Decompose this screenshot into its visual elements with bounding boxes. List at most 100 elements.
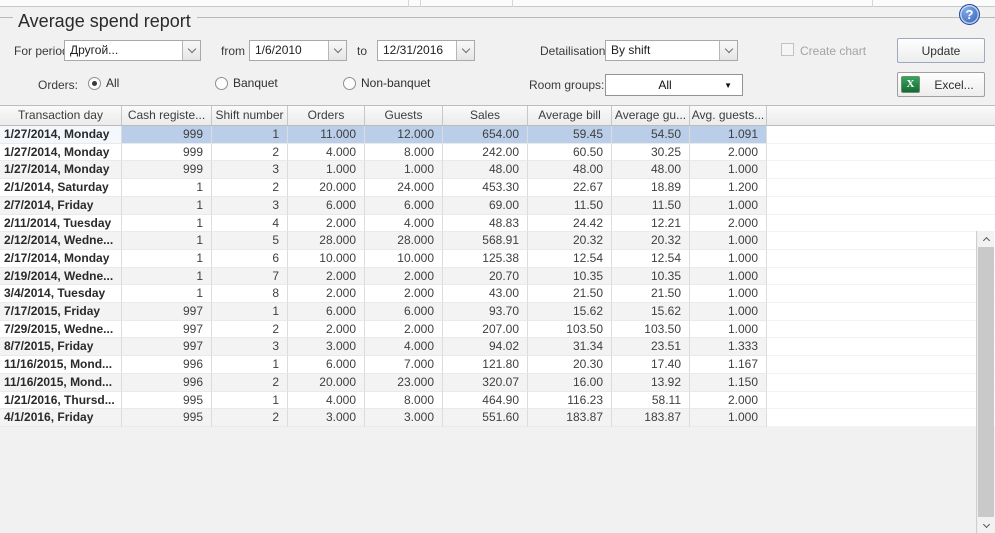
cell[interactable]: 21.50 [528,285,612,303]
cell[interactable]: 10.000 [288,250,365,268]
cell[interactable]: 7/29/2015, Wedne... [0,321,122,339]
cell[interactable]: 999 [122,126,212,144]
cell[interactable]: 4.000 [365,215,443,233]
cell[interactable]: 995 [122,409,212,427]
cell[interactable]: 1 [122,285,212,303]
table-row[interactable]: 1/21/2016, Thursd...99514.0008.000464.90… [0,392,995,410]
cell[interactable]: 48.00 [443,161,528,179]
column-header-avg-guests[interactable]: Avg. guests... [690,106,767,125]
cell[interactable]: 1/21/2016, Thursd... [0,392,122,410]
cell[interactable]: 3 [212,338,288,356]
cell[interactable]: 2 [212,179,288,197]
table-row[interactable]: 7/29/2015, Wedne...99722.0002.000207.001… [0,321,995,339]
cell[interactable]: 17.40 [612,356,690,374]
to-date-select[interactable]: 12/31/2016 [377,40,475,61]
table-row[interactable]: 2/12/2014, Wedne...1528.00028.000568.912… [0,232,995,250]
table-row[interactable]: 11/16/2015, Mond...99616.0007.000121.802… [0,356,995,374]
from-date-select[interactable]: 1/6/2010 [249,40,347,61]
update-button[interactable]: Update [897,38,985,63]
cell[interactable]: 2.000 [690,392,767,410]
cell[interactable]: 7.000 [365,356,443,374]
cell[interactable]: 2 [212,374,288,392]
cell[interactable]: 20.000 [288,179,365,197]
cell[interactable]: 20.30 [528,356,612,374]
cell[interactable]: 8.000 [365,144,443,162]
cell[interactable]: 6.000 [288,303,365,321]
scrollbar-thumb[interactable] [978,247,994,517]
cell[interactable]: 997 [122,303,212,321]
cell[interactable]: 5 [212,232,288,250]
cell[interactable]: 1 [212,126,288,144]
cell[interactable]: 31.34 [528,338,612,356]
cell[interactable]: 1/27/2014, Monday [0,126,122,144]
cell[interactable]: 2/7/2014, Friday [0,197,122,215]
cell[interactable]: 58.11 [612,392,690,410]
radio-banquet[interactable]: Banquet [215,76,278,90]
cell[interactable]: 1.000 [690,161,767,179]
cell[interactable]: 59.45 [528,126,612,144]
table-row[interactable]: 1/27/2014, Monday99931.0001.00048.0048.0… [0,161,995,179]
vertical-scrollbar[interactable] [976,231,994,533]
cell[interactable]: 995 [122,392,212,410]
cell[interactable]: 8/7/2015, Friday [0,338,122,356]
cell[interactable]: 1.000 [690,285,767,303]
cell[interactable]: 15.62 [612,303,690,321]
cell[interactable]: 1.000 [690,409,767,427]
cell[interactable]: 103.50 [612,321,690,339]
cell[interactable]: 8 [212,285,288,303]
cell[interactable]: 320.07 [443,374,528,392]
table-row[interactable]: 1/27/2014, Monday999111.00012.000654.005… [0,126,995,144]
cell[interactable]: 1 [212,392,288,410]
detailisation-select[interactable]: By shift [605,40,738,61]
cell[interactable]: 2/17/2014, Monday [0,250,122,268]
cell[interactable]: 4 [212,215,288,233]
table-row[interactable]: 2/19/2014, Wedne...172.0002.00020.7010.3… [0,268,995,286]
cell[interactable]: 4.000 [288,144,365,162]
detailisation-dropdown-button[interactable] [719,41,737,60]
cell[interactable]: 24.000 [365,179,443,197]
table-row[interactable]: 2/11/2014, Tuesday142.0004.00048.8324.42… [0,215,995,233]
scrollbar-up-button[interactable] [978,231,994,247]
cell[interactable]: 4.000 [365,338,443,356]
cell[interactable]: 94.02 [443,338,528,356]
cell[interactable]: 999 [122,161,212,179]
table-row[interactable]: 2/7/2014, Friday136.0006.00069.0011.5011… [0,197,995,215]
cell[interactable]: 1.000 [365,161,443,179]
cell[interactable]: 20.32 [528,232,612,250]
radio-non-banquet[interactable]: Non-banquet [343,76,430,90]
cell[interactable]: 2.000 [365,285,443,303]
cell[interactable]: 1 [212,303,288,321]
cell[interactable]: 48.00 [612,161,690,179]
cell[interactable]: 464.90 [443,392,528,410]
column-header-orders[interactable]: Orders [288,106,365,125]
radio-all[interactable]: All [88,76,119,90]
cell[interactable]: 207.00 [443,321,528,339]
period-dropdown-button[interactable] [182,41,200,60]
cell[interactable]: 654.00 [443,126,528,144]
cell[interactable]: 2/12/2014, Wedne... [0,232,122,250]
cell[interactable]: 21.50 [612,285,690,303]
table-row[interactable]: 3/4/2014, Tuesday182.0002.00043.0021.502… [0,285,995,303]
cell[interactable]: 20.70 [443,268,528,286]
excel-button[interactable]: X Excel... [897,72,985,97]
cell[interactable]: 18.89 [612,179,690,197]
cell[interactable]: 10.35 [612,268,690,286]
cell[interactable]: 2.000 [365,321,443,339]
table-row[interactable]: 1/27/2014, Monday99924.0008.000242.0060.… [0,144,995,162]
cell[interactable]: 20.32 [612,232,690,250]
cell[interactable]: 1.333 [690,338,767,356]
cell[interactable]: 551.60 [443,409,528,427]
cell[interactable]: 23.51 [612,338,690,356]
cell[interactable]: 11/16/2015, Mond... [0,356,122,374]
cell[interactable]: 2.000 [288,285,365,303]
cell[interactable]: 1/27/2014, Monday [0,161,122,179]
cell[interactable]: 12.54 [612,250,690,268]
cell[interactable]: 6.000 [288,197,365,215]
table-row[interactable]: 8/7/2015, Friday99733.0004.00094.0231.34… [0,338,995,356]
table-row[interactable]: 11/16/2015, Mond...996220.00023.000320.0… [0,374,995,392]
cell[interactable]: 6 [212,250,288,268]
cell[interactable]: 125.38 [443,250,528,268]
cell[interactable]: 3.000 [365,409,443,427]
column-header-average-bill[interactable]: Average bill [528,106,612,125]
column-header-guests[interactable]: Guests [365,106,443,125]
